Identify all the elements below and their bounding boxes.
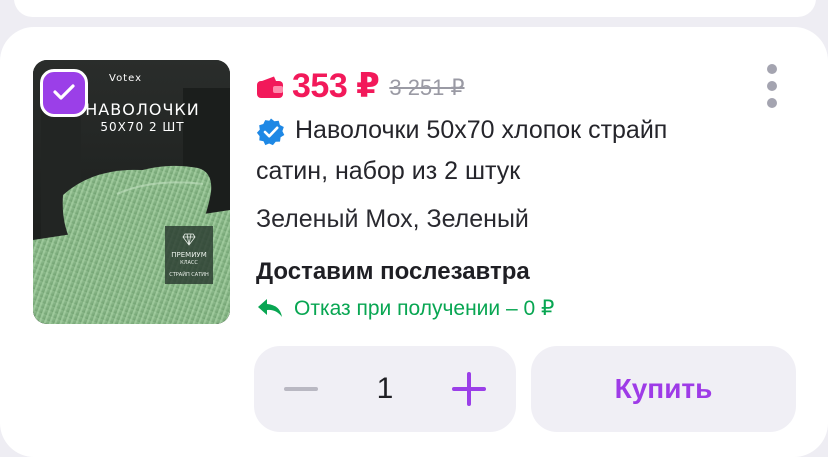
brand-logo: Votex: [109, 73, 142, 84]
product-card: Votex НАВОЛОЧКИ 50Х70 2 ШТ ПРЕМИУМ КЛАСС…: [0, 27, 828, 457]
old-price: 3 251 ₽: [389, 75, 465, 100]
plus-icon[interactable]: [452, 372, 486, 406]
checkbox-checked-icon: [53, 84, 75, 100]
product-variant: Зеленый Мох, Зеленый: [256, 205, 529, 233]
return-icon: [258, 299, 282, 317]
quantity-stepper: 1: [254, 346, 516, 432]
product-title[interactable]: Наволочки 50х70 хлопок страйп: [295, 116, 667, 145]
select-checkbox[interactable]: [40, 69, 88, 117]
refusal-text: Отказ при получении – 0 ₽: [294, 296, 555, 320]
premium-badge-title: ПРЕМИУМ: [171, 251, 207, 259]
current-price: 353 ₽: [292, 67, 380, 105]
premium-badge: ПРЕМИУМ КЛАСС СТРАЙП САТИН: [165, 226, 213, 284]
diamond-icon: [182, 233, 196, 246]
image-size: 50Х70 2 ШТ: [100, 120, 185, 134]
buy-button[interactable]: Купить: [531, 346, 796, 432]
product-title-continued[interactable]: сатин, набор из 2 штук: [256, 157, 520, 186]
premium-badge-sub: КЛАСС: [180, 260, 198, 266]
wallet-icon: [257, 76, 283, 98]
premium-badge-foot: СТРАЙП САТИН: [169, 272, 209, 278]
verified-icon: [256, 118, 285, 146]
previous-card: [14, 0, 816, 17]
delivery-info: Доставим послезавтра: [256, 258, 530, 285]
more-vertical-icon[interactable]: [765, 64, 779, 108]
refusal-info: Отказ при получении – 0 ₽: [256, 292, 554, 324]
price-row: 353 ₽ 3 251 ₽: [256, 66, 465, 106]
